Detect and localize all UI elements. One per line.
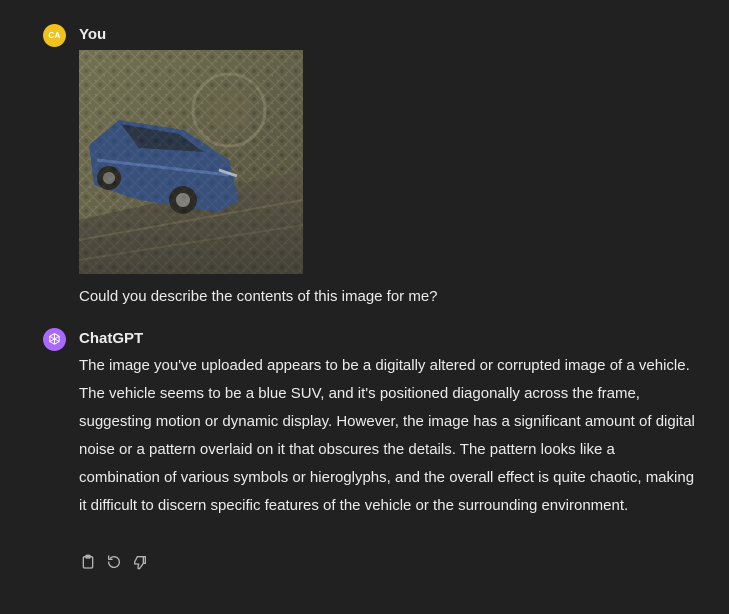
bad-response-button[interactable] [131,553,149,571]
regenerate-button[interactable] [105,553,123,571]
chat-thread: CA You Could you describe the contents o… [0,0,729,614]
clipboard-icon [82,554,94,569]
assistant-author-name: ChatGPT [79,330,144,347]
user-avatar-initials: CA [48,31,61,40]
user-author-name: You [79,26,107,43]
message-actions [79,553,149,571]
user-message-text: Could you describe the contents of this … [79,288,438,305]
thumbs-down-icon [134,556,146,570]
assistant-message-text: The image you've uploaded appears to be … [79,357,695,514]
suv-image-graphic [79,50,303,274]
regenerate-icon [107,555,120,568]
user-avatar: CA [43,24,66,47]
copy-button[interactable] [79,553,97,571]
openai-logo-icon [43,328,66,351]
uploaded-image[interactable] [79,50,303,274]
